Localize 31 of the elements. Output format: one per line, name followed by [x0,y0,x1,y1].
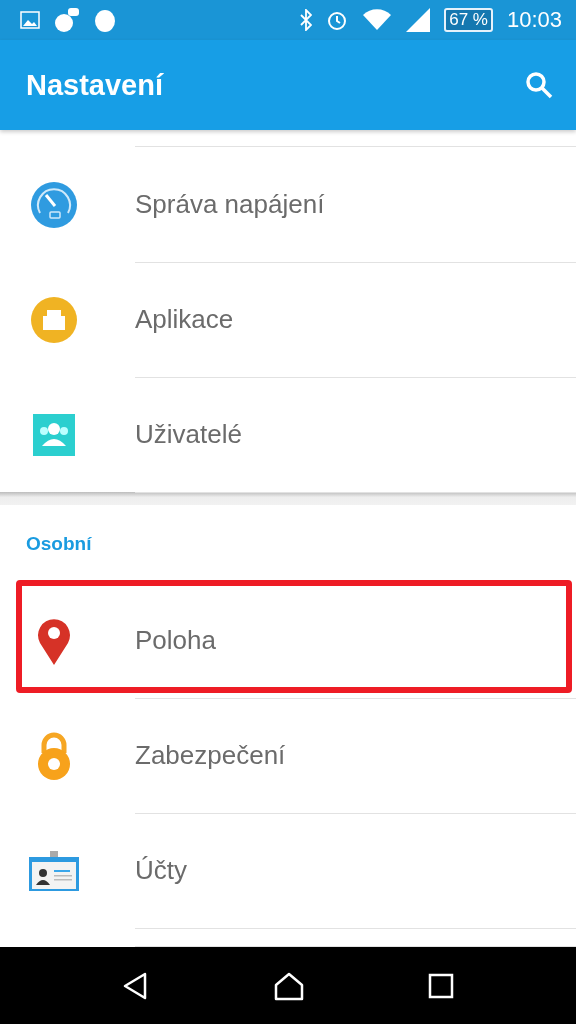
signal-icon [406,8,431,32]
screen-title: Nastavení [26,68,165,102]
search-icon[interactable] [524,70,554,100]
settings-item[interactable]: Účty [0,813,576,928]
bluetooth-icon [300,9,313,31]
id-card-icon [29,850,79,891]
padlock-icon [36,730,72,781]
clock-time: 10:03 [506,7,562,33]
item-label: Účty [135,854,187,886]
section-header: Osobní [25,532,93,556]
location-pin-icon [37,616,71,665]
gauge-icon [30,180,78,229]
stack-icon [30,295,78,344]
battery-indicator: 67 % [444,8,493,32]
chat-icon [54,8,80,32]
item-label: Uživatelé [135,418,242,450]
item-label: Zabezpečení [135,739,286,771]
alarm-icon [326,9,349,31]
settings-item[interactable]: Zabezpečení [0,698,576,813]
home-icon [273,970,305,1001]
settings-item[interactable]: Aplikace [0,262,576,377]
users-icon [33,413,75,456]
item-label: Poloha [135,624,216,656]
wifi-icon [362,8,393,32]
item-label: Aplikace [135,303,234,335]
settings-item[interactable]: Uživatelé [0,377,576,492]
item-label: Správa napájení [135,188,325,220]
settings-item[interactable]: Správa napájení [0,147,576,262]
settings-item[interactable]: Poloha [0,583,576,698]
square-icon [427,971,455,1000]
image-icon [20,11,40,29]
